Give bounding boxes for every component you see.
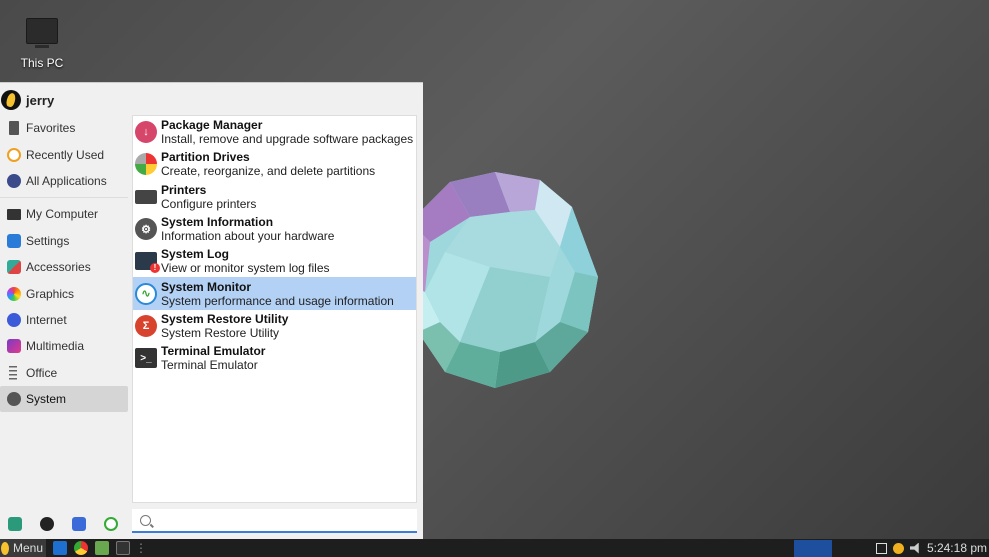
app-terminal-emulator[interactable]: >_ Terminal Emulator Terminal Emulator [133,342,416,374]
app-system-information[interactable]: ⚙ System Information Information about yo… [133,213,416,245]
sidebar-item-label: Settings [26,233,70,248]
launcher-separator: ⋮ [135,541,148,555]
this-pc-label: This PC [20,56,64,70]
app-description: Create, reorganize, and delete partition… [161,164,376,179]
show-desktop-icon[interactable] [53,541,68,555]
sidebar-item-all-applications[interactable]: All Applications [0,168,128,194]
lock-icon[interactable] [40,517,54,531]
sidebar-item-label: Graphics [26,286,75,301]
app-description: Information about your hardware [161,229,335,244]
category-sidebar: Favorites Recently Used All Applications… [0,115,128,413]
software-manager-icon[interactable] [8,517,22,531]
app-system-monitor[interactable]: ∿ System Monitor System performance and u… [133,277,416,310]
search-input[interactable] [157,512,417,528]
restore-icon: Σ [135,314,157,337]
active-window-button[interactable] [794,540,832,557]
user-avatar [1,90,21,110]
log-icon: ! [135,252,160,274]
file-manager-icon[interactable] [95,541,110,555]
menu-button-label: Menu [13,541,44,555]
sidebar-item-label: System [26,392,67,407]
app-title: Printers [161,182,207,197]
system-tray: 5:24:18 pm [875,539,989,557]
sidebar-item-favorites[interactable]: Favorites [0,115,128,141]
app-system-log[interactable]: ! System Log View or monitor system log f… [133,245,416,277]
user-name: jerry [26,92,55,108]
session-actions [0,513,128,535]
start-menu: jerry Favorites Recently Used All Applic… [0,82,423,540]
search-box[interactable] [132,509,417,533]
sidebar-item-label: All Applications [26,173,107,188]
app-description: System Restore Utility [161,325,280,340]
apps-icon [7,173,21,188]
sidebar-divider [0,197,128,199]
graphics-icon [7,286,21,301]
sidebar-item-accessories[interactable]: Accessories [0,254,128,280]
sidebar-item-label: Accessories [26,260,91,275]
app-description: System performance and usage information [161,293,394,308]
app-description: View or monitor system log files [161,261,330,276]
this-pc-desktop-icon[interactable]: This PC [14,14,70,70]
app-package-manager[interactable]: ↓ Package Manager Install, remove and upg… [133,116,416,148]
app-description: Terminal Emulator [161,358,258,373]
menu-button[interactable]: Menu [0,539,47,557]
sidebar-item-multimedia[interactable]: Multimedia [0,333,128,359]
accessories-icon [7,260,21,275]
logout-icon[interactable] [104,517,118,531]
package-icon: ↓ [135,121,157,144]
app-title: Package Manager [161,118,263,133]
application-list: ↓ Package Manager Install, remove and upg… [132,115,417,503]
multimedia-icon [7,339,21,354]
sidebar-item-recently-used[interactable]: Recently Used [0,141,128,167]
search-icon [140,514,151,526]
gear-icon [7,392,21,407]
app-title: System Restore Utility [161,311,289,326]
notifications-icon[interactable] [875,542,887,554]
app-title: System Information [161,215,274,230]
wallpaper-gem [400,172,598,388]
sidebar-item-my-computer[interactable]: My Computer [0,201,128,227]
sidebar-item-label: Office [26,365,58,380]
clock[interactable]: 5:24:18 pm [927,541,987,555]
sidebar-item-graphics[interactable]: Graphics [0,280,128,306]
sidebar-item-label: My Computer [26,207,99,222]
terminal-icon: >_ [135,348,157,369]
sidebar-item-label: Multimedia [26,339,85,354]
app-printers[interactable]: Printers Configure printers [133,181,416,213]
monitor-icon [26,18,58,48]
taskbar: Menu ⋮ 5:24:18 pm [0,539,989,557]
volume-icon[interactable] [909,542,919,554]
chrome-icon[interactable] [74,541,89,555]
printer-icon [135,189,157,204]
switch-user-icon[interactable] [72,517,86,531]
bookmark-icon [9,121,19,136]
sidebar-item-internet[interactable]: Internet [0,307,128,333]
sidebar-item-label: Favorites [26,121,76,136]
sidebar-item-label: Recently Used [26,147,105,162]
app-description: Install, remove and upgrade software pac… [161,132,414,147]
update-icon[interactable] [892,542,904,554]
app-title: System Log [161,247,230,262]
disk-icon [135,153,157,176]
gear-icon: ⚙ [135,218,157,241]
app-title: Terminal Emulator [161,344,266,359]
app-title: Partition Drives [161,150,250,165]
app-description: Configure printers [161,196,257,211]
document-icon [9,365,17,380]
user-header[interactable]: jerry [0,89,54,111]
globe-icon [7,312,21,327]
app-title: System Monitor [161,279,252,294]
sidebar-item-system[interactable]: System [0,385,128,413]
sidebar-item-label: Internet [26,312,67,327]
settings-icon [7,233,21,248]
monitor-icon [7,208,21,220]
app-partition-drives[interactable]: Partition Drives Create, reorganize, and … [133,148,416,180]
clock-icon [7,147,21,162]
monitor-graph-icon: ∿ [135,282,157,305]
sidebar-item-settings[interactable]: Settings [0,228,128,254]
terminal-icon[interactable] [116,541,131,555]
sidebar-item-office[interactable]: Office [0,360,128,386]
menu-logo-icon [1,541,9,555]
app-system-restore-utility[interactable]: Σ System Restore Utility System Restore U… [133,310,416,342]
